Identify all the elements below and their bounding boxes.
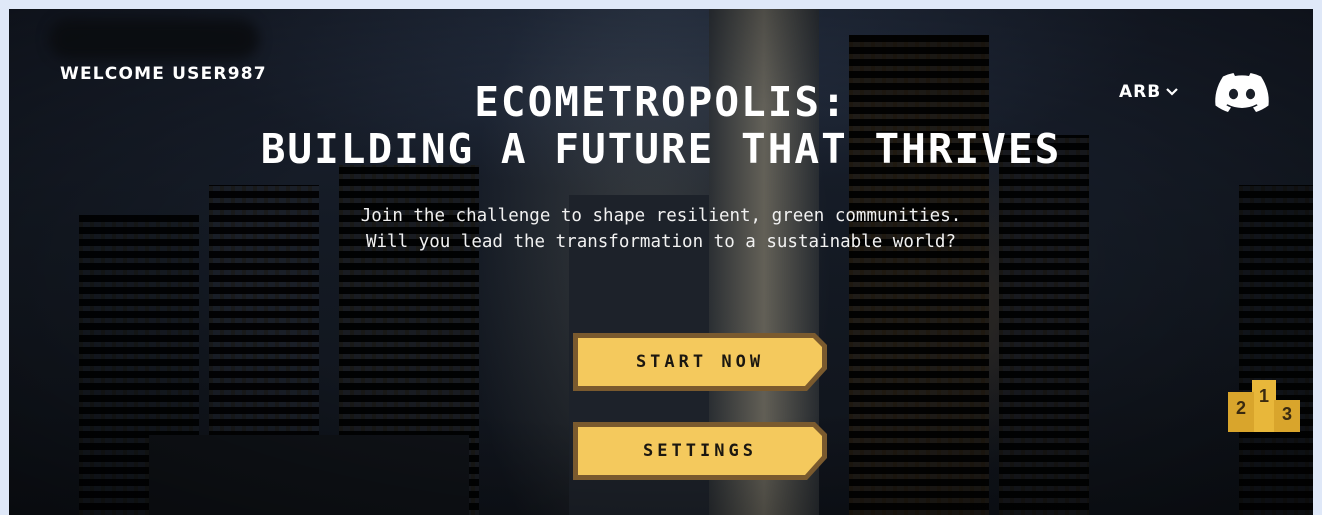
title-line-2: BUILDING A FUTURE THAT THRIVES — [260, 125, 1062, 173]
subtitle-line-2: Will you lead the transformation to a su… — [365, 232, 956, 252]
podium-icon: 2 1 3 — [1228, 380, 1300, 432]
start-now-label: START NOW — [635, 352, 765, 372]
rank-2: 2 — [1236, 398, 1246, 418]
language-label: ARB — [1119, 82, 1162, 102]
hero-background: WELCOME USER987 ECOMETROPOLIS: BUILDING … — [9, 9, 1313, 515]
redacted-area — [49, 19, 259, 59]
rank-3: 3 — [1282, 404, 1292, 424]
page-title: ECOMETROPOLIS: BUILDING A FUTURE THAT TH… — [9, 79, 1313, 173]
leaderboard-button[interactable]: 2 1 3 — [1224, 374, 1304, 432]
page-subtitle: Join the challenge to shape resilient, g… — [9, 203, 1313, 255]
settings-label: SETTINGS — [643, 441, 757, 461]
discord-button[interactable] — [1214, 72, 1270, 118]
language-selector[interactable]: ARB — [1119, 82, 1179, 102]
subtitle-line-1: Join the challenge to shape resilient, g… — [360, 206, 962, 226]
discord-icon — [1215, 73, 1269, 112]
rank-1: 1 — [1259, 386, 1269, 406]
settings-button[interactable]: SETTINGS — [569, 418, 831, 484]
title-line-1: ECOMETROPOLIS: — [474, 78, 848, 126]
chevron-down-icon — [1166, 88, 1178, 96]
start-now-button[interactable]: START NOW — [569, 329, 831, 395]
